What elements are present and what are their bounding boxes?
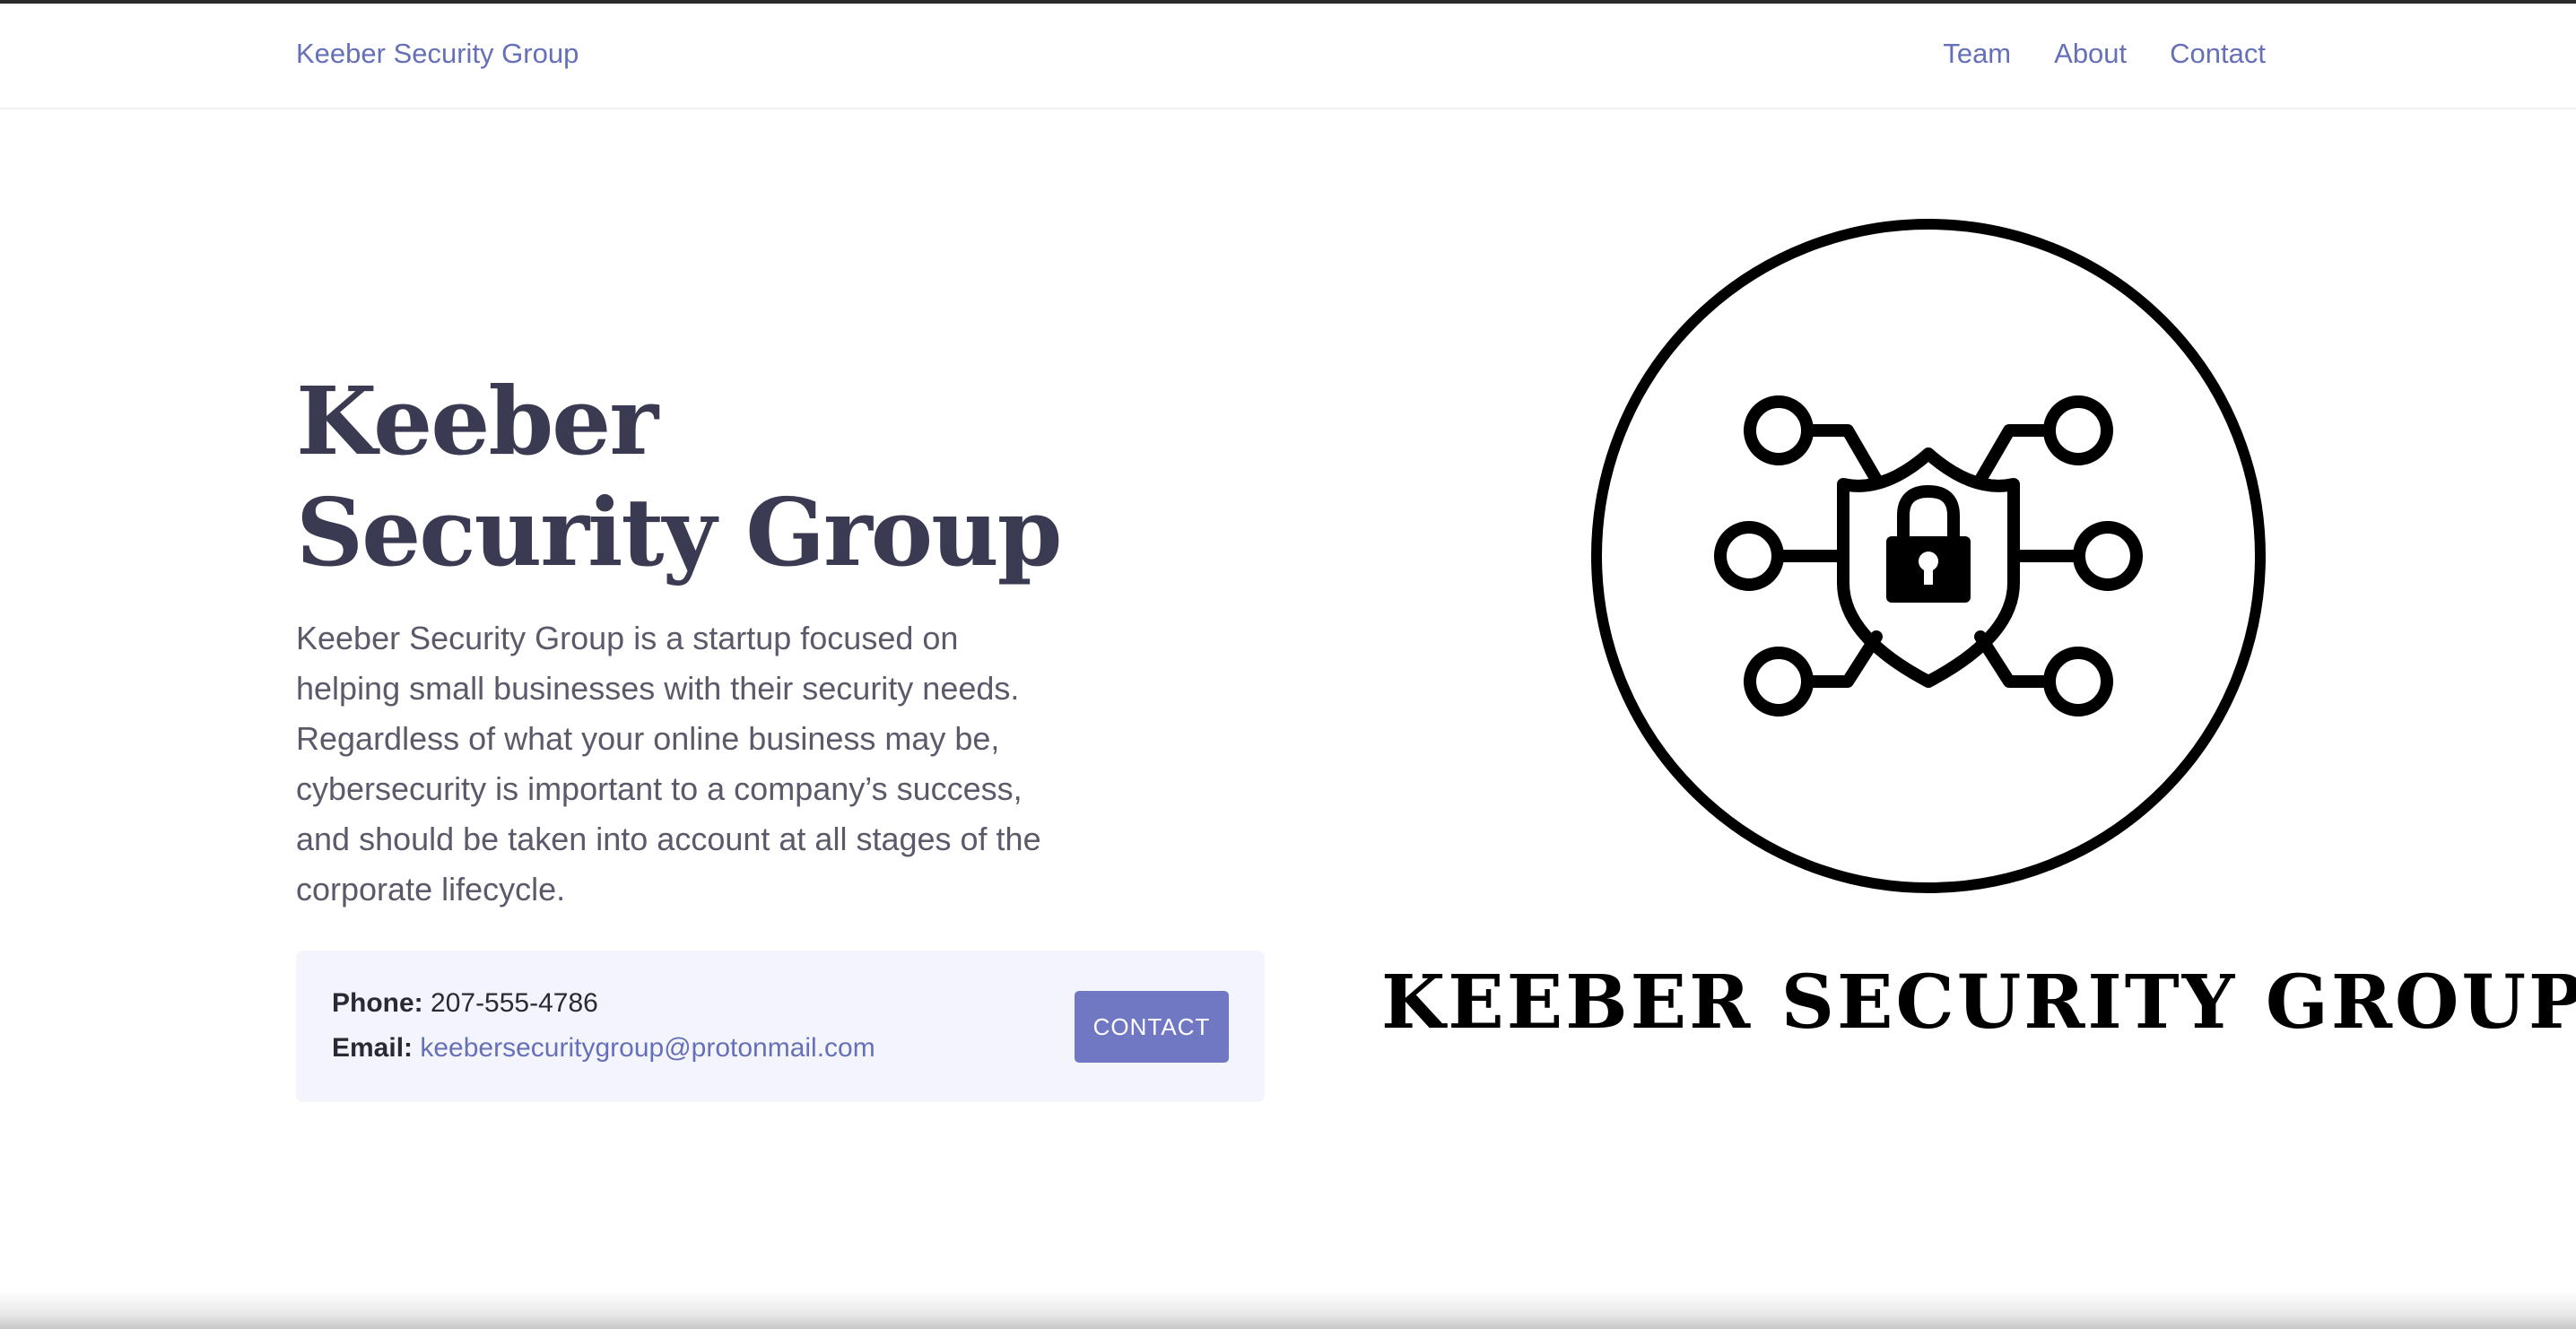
nav-link-about[interactable]: About [2054, 38, 2127, 70]
phone-line: Phone: 207-555-4786 [332, 988, 598, 1019]
nav-links: Team About Contact [1943, 38, 2266, 70]
contact-button[interactable]: CONTACT [1075, 991, 1229, 1063]
email-line: Email: keebersecuritygroup@protonmail.co… [332, 1033, 875, 1064]
nav-link-contact[interactable]: Contact [2170, 38, 2266, 70]
logo-wordmark: KEEBER SECURITY GROUP [1381, 960, 2576, 1046]
hero-description: Keeber Security Group is a startup focus… [296, 620, 1041, 908]
shield-lock-circuit-icon [1591, 219, 2266, 893]
navbar: Keeber Security Group Team About Contact [0, 4, 2576, 109]
brand-link[interactable]: Keeber Security Group [296, 38, 579, 70]
company-logo: KEEBER SECURITY GROUP [1381, 206, 2576, 1067]
nav-link-team[interactable]: Team [1943, 38, 2011, 70]
phone-label: Phone: [332, 988, 423, 1018]
hero-title: Keeber Security Group [296, 366, 1063, 587]
email-link[interactable]: keebersecuritygroup@protonmail.com [420, 1033, 875, 1063]
bottom-edge-shadow [0, 1291, 2576, 1329]
contact-card: Phone: 207-555-4786 Email: keebersecurit… [296, 951, 1265, 1102]
email-label: Email: [332, 1033, 413, 1063]
phone-value: 207-555-4786 [431, 988, 598, 1018]
